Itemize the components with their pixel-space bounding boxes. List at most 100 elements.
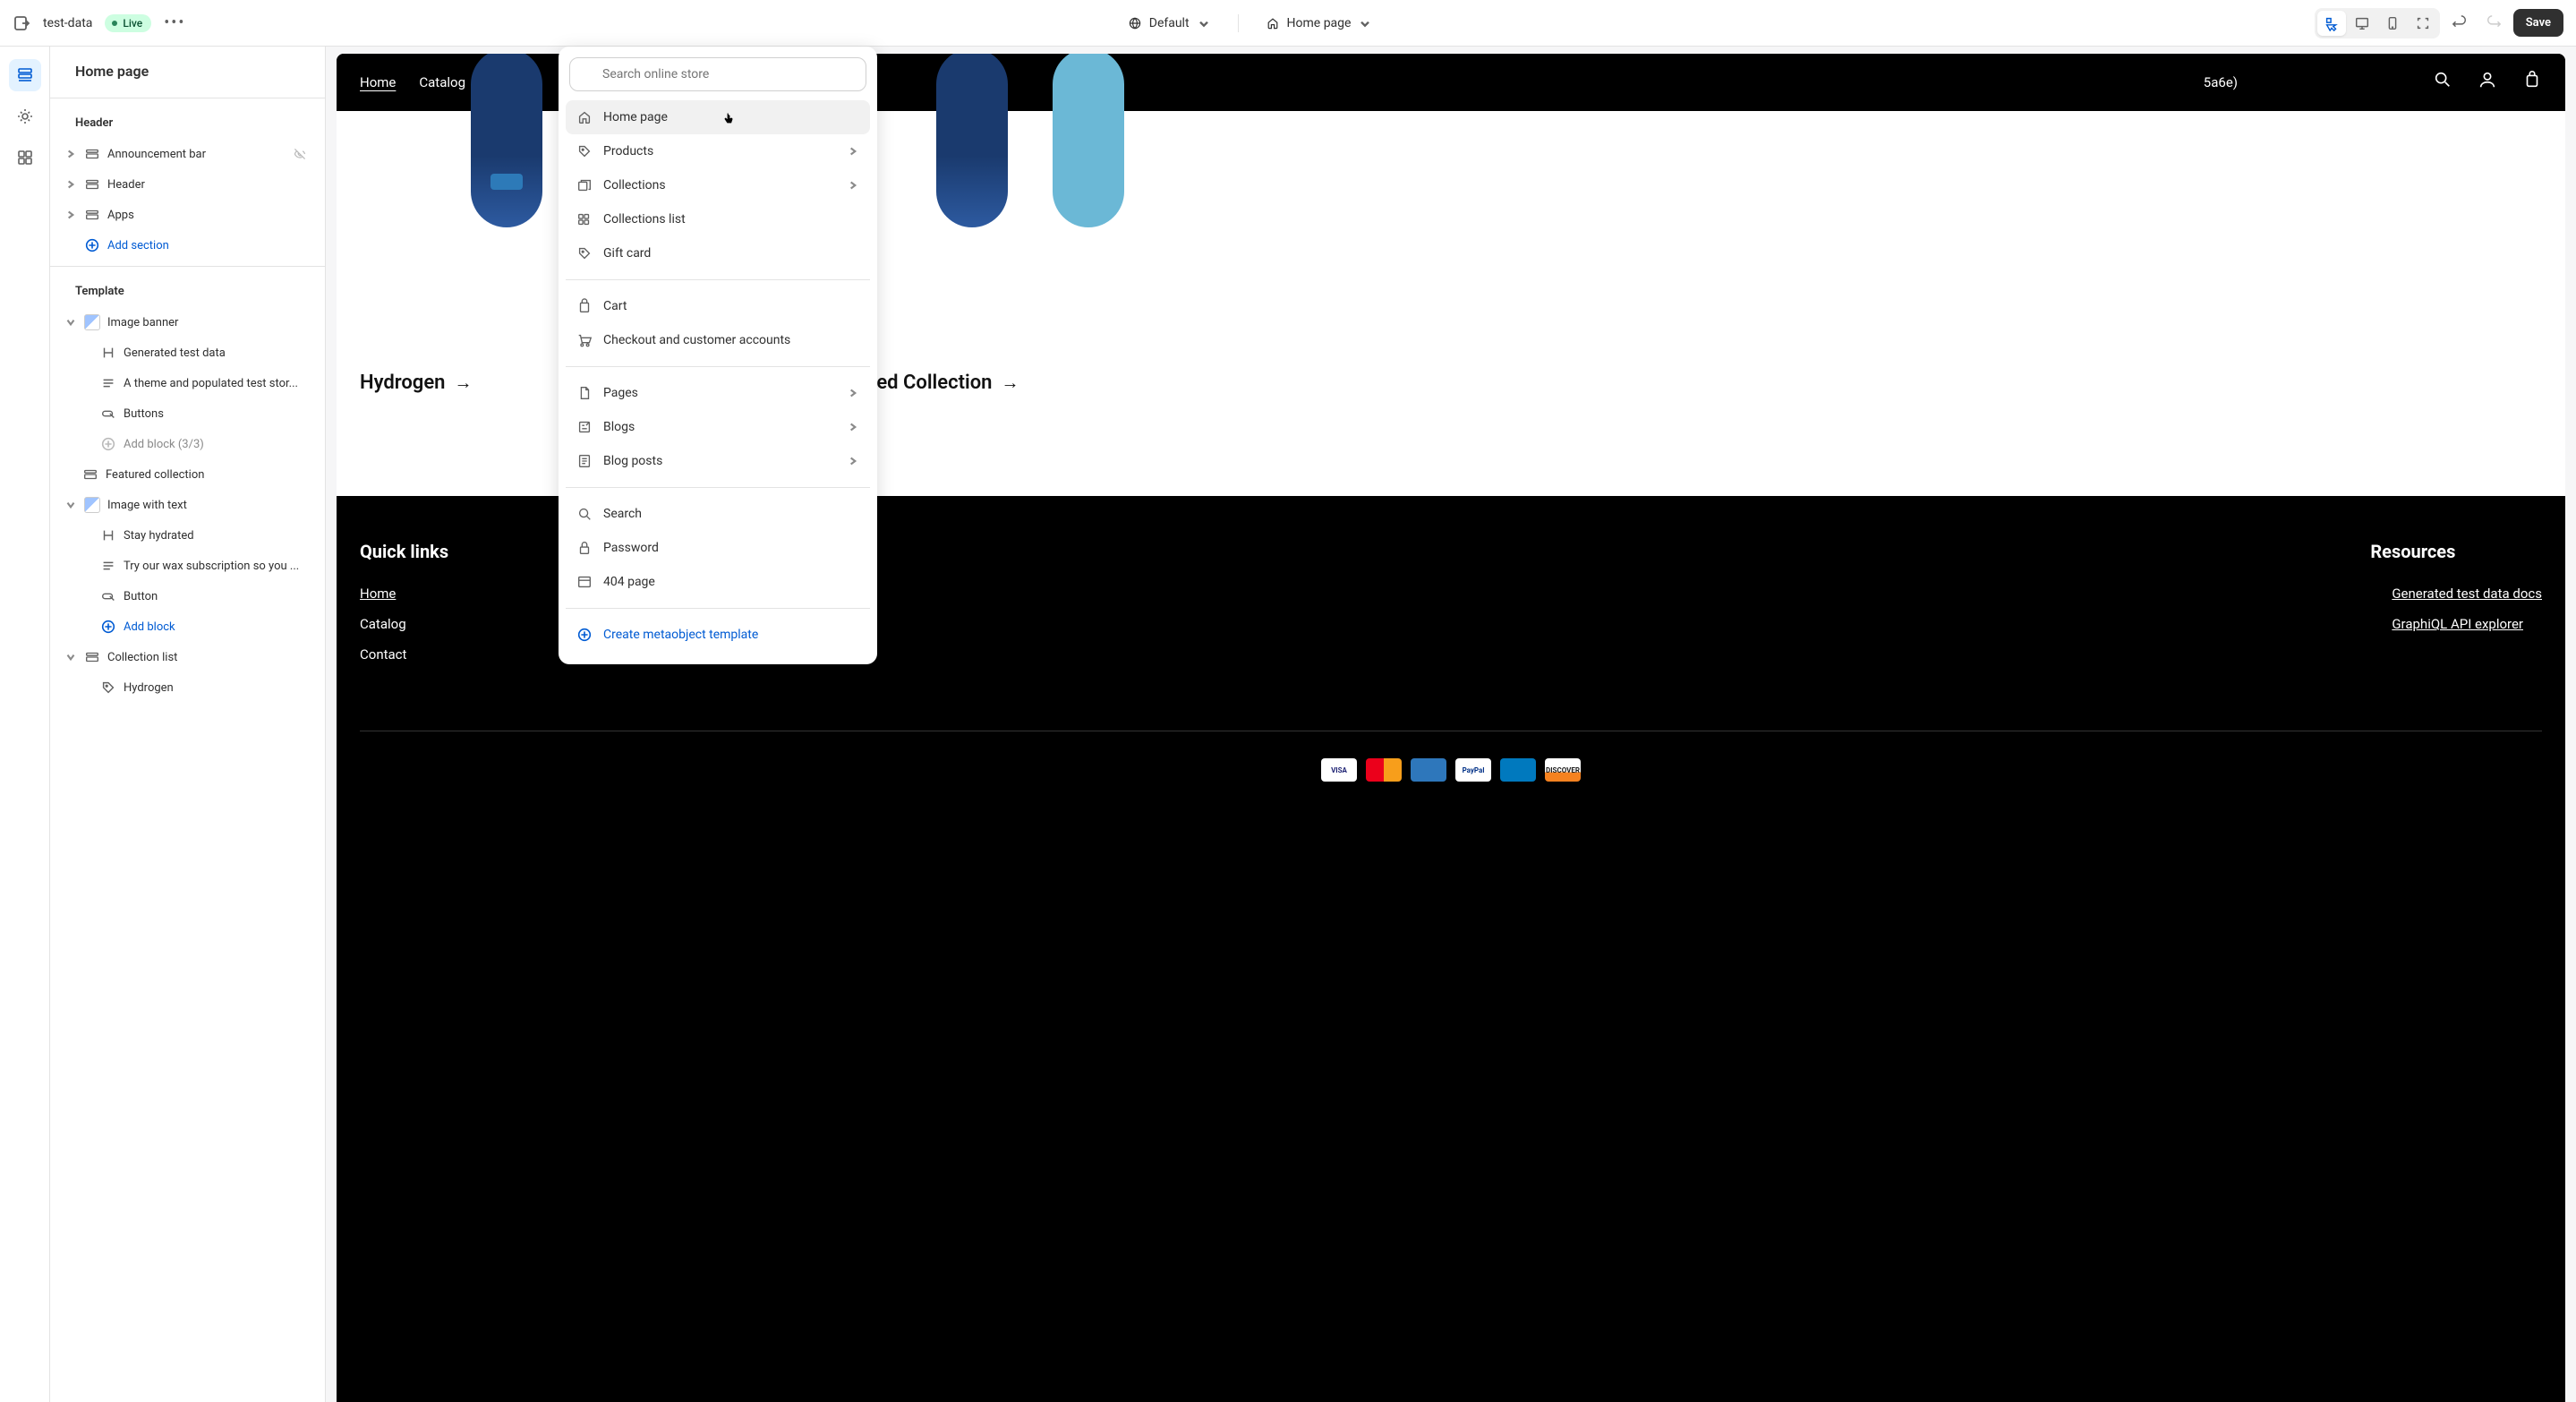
popover-item-404[interactable]: 404 page — [566, 565, 870, 599]
tree-label: Hydrogen — [124, 681, 307, 695]
tree-label: Buttons — [124, 407, 307, 421]
footer-col-quicklinks: Quick links Home Catalog Contact — [360, 541, 448, 677]
discover-icon: DISCOVER — [1545, 758, 1581, 782]
popover-group: Home page Products Collections Collectio… — [566, 95, 870, 276]
sidebar-item-announcement[interactable]: Announcement bar — [57, 139, 318, 169]
sidebar-item-collection-list[interactable]: Collection list — [57, 642, 318, 672]
popover-item-create-metaobject[interactable]: Create metaobject template — [566, 618, 870, 652]
add-section-button[interactable]: Add section — [57, 230, 318, 261]
mobile-view[interactable] — [2378, 11, 2407, 36]
sidebar-item-featured-collection[interactable]: Featured collection — [57, 459, 318, 490]
sidebar-item-apps[interactable]: Apps — [57, 200, 318, 230]
item-label: Home page — [603, 110, 668, 124]
collection-link-hydrogen[interactable]: Hydrogen → — [360, 372, 472, 394]
search-input[interactable] — [569, 57, 866, 91]
popover-item-gift-card[interactable]: Gift card — [566, 236, 870, 270]
more-menu-icon[interactable]: ••• — [164, 13, 185, 32]
chevron-right-icon — [847, 387, 859, 399]
cart-icon[interactable] — [2522, 70, 2542, 90]
footer-link-graphiql[interactable]: GraphiQL API explorer — [2392, 616, 2542, 632]
undo-button[interactable] — [2445, 9, 2474, 38]
search-icon — [576, 506, 593, 522]
fullscreen-view[interactable] — [2409, 11, 2437, 36]
live-badge: Live — [105, 14, 151, 32]
divider — [566, 487, 870, 488]
divider — [566, 608, 870, 609]
popover-item-search[interactable]: Search — [566, 497, 870, 531]
mobile-icon — [2384, 15, 2401, 31]
nav-home[interactable]: Home — [360, 74, 396, 90]
item-label: Pages — [603, 386, 638, 400]
add-block-disabled: Add block (3/3) — [57, 429, 318, 459]
popover-item-cart[interactable]: Cart — [566, 289, 870, 323]
sidebar-item-image-banner[interactable]: Image banner — [57, 307, 318, 338]
theme-settings-tab[interactable] — [9, 100, 41, 133]
popover-group: Pages Blogs Blog posts — [566, 371, 870, 483]
item-label: Search — [603, 507, 642, 521]
page-selector[interactable]: Home page — [1266, 16, 1373, 30]
nav-catalog[interactable]: Catalog — [419, 74, 465, 90]
tree-label: Header — [107, 178, 307, 192]
popover-search — [569, 57, 866, 91]
footer-link-catalog[interactable]: Catalog — [360, 616, 448, 632]
footer-heading: Quick links — [360, 541, 448, 562]
text-icon — [100, 558, 116, 574]
section-icon — [84, 207, 100, 223]
item-label: Cart — [603, 299, 627, 313]
mastercard-icon — [1366, 758, 1402, 782]
list-icon — [576, 211, 593, 227]
exit-icon[interactable] — [13, 14, 30, 32]
save-button[interactable]: Save — [2513, 9, 2563, 37]
eye-off-icon[interactable] — [293, 147, 307, 161]
popover-item-blogs[interactable]: Blogs — [566, 410, 870, 444]
collection-name: Hydrogen — [360, 372, 445, 394]
popover-item-products[interactable]: Products — [566, 134, 870, 168]
amex-icon — [1411, 758, 1446, 782]
list-item: GraphiQL API explorer — [2392, 616, 2542, 632]
popover-item-password[interactable]: Password — [566, 531, 870, 565]
app-embeds-tab[interactable] — [9, 141, 41, 174]
sidebar-title: Home page — [50, 47, 325, 92]
chevron-down-icon — [1197, 16, 1211, 30]
inspector-toggle[interactable] — [2317, 11, 2346, 36]
item-label: Gift card — [603, 246, 651, 261]
sidebar-item-image-with-text[interactable]: Image with text — [57, 490, 318, 520]
popover-item-collections[interactable]: Collections — [566, 168, 870, 202]
section-icon — [84, 649, 100, 665]
sidebar-item-header[interactable]: Header — [57, 169, 318, 200]
account-icon[interactable] — [2478, 70, 2497, 90]
add-block-button[interactable]: Add block — [57, 611, 318, 642]
language-selector[interactable]: Default — [1128, 16, 1211, 30]
popover-item-collections-list[interactable]: Collections list — [566, 202, 870, 236]
popover-item-pages[interactable]: Pages — [566, 376, 870, 410]
popover-item-checkout[interactable]: Checkout and customer accounts — [566, 323, 870, 357]
sections-tab[interactable] — [9, 59, 41, 91]
footer-link-contact[interactable]: Contact — [360, 646, 448, 663]
popover-item-blog-posts[interactable]: Blog posts — [566, 444, 870, 478]
desktop-view[interactable] — [2348, 11, 2376, 36]
fullscreen-icon — [2415, 15, 2431, 31]
sidebar-item-hydrogen[interactable]: Hydrogen — [57, 672, 318, 703]
home-icon — [576, 109, 593, 125]
sidebar-item-wax-subscription[interactable]: Try our wax subscription so you ... — [57, 551, 318, 581]
footer-link-home[interactable]: Home — [360, 586, 448, 602]
popover-item-home-page[interactable]: Home page — [566, 100, 870, 134]
sidebar-item-theme-populated[interactable]: A theme and populated test stor... — [57, 368, 318, 398]
sidebar-item-generated-test-data[interactable]: Generated test data — [57, 338, 318, 368]
sidebar-item-stay-hydrated[interactable]: Stay hydrated — [57, 520, 318, 551]
tree-label: Generated test data — [124, 346, 307, 360]
footer-link-docs[interactable]: Generated test data docs — [2392, 586, 2542, 602]
divider — [50, 266, 325, 267]
inspector-icon — [2324, 15, 2340, 31]
sidebar-item-buttons[interactable]: Buttons — [57, 398, 318, 429]
list-item: Generated test data docs — [2392, 586, 2542, 602]
plus-circle-icon — [84, 237, 100, 253]
lock-icon — [576, 540, 593, 556]
popover-group: Create metaobject template — [566, 612, 870, 657]
sidebar-item-button[interactable]: Button — [57, 581, 318, 611]
arrow-right-icon: → — [454, 372, 472, 394]
product-image — [936, 54, 1008, 227]
popover-group: Search Password 404 page — [566, 492, 870, 604]
search-icon[interactable] — [2433, 70, 2452, 90]
item-label: Password — [603, 541, 659, 555]
